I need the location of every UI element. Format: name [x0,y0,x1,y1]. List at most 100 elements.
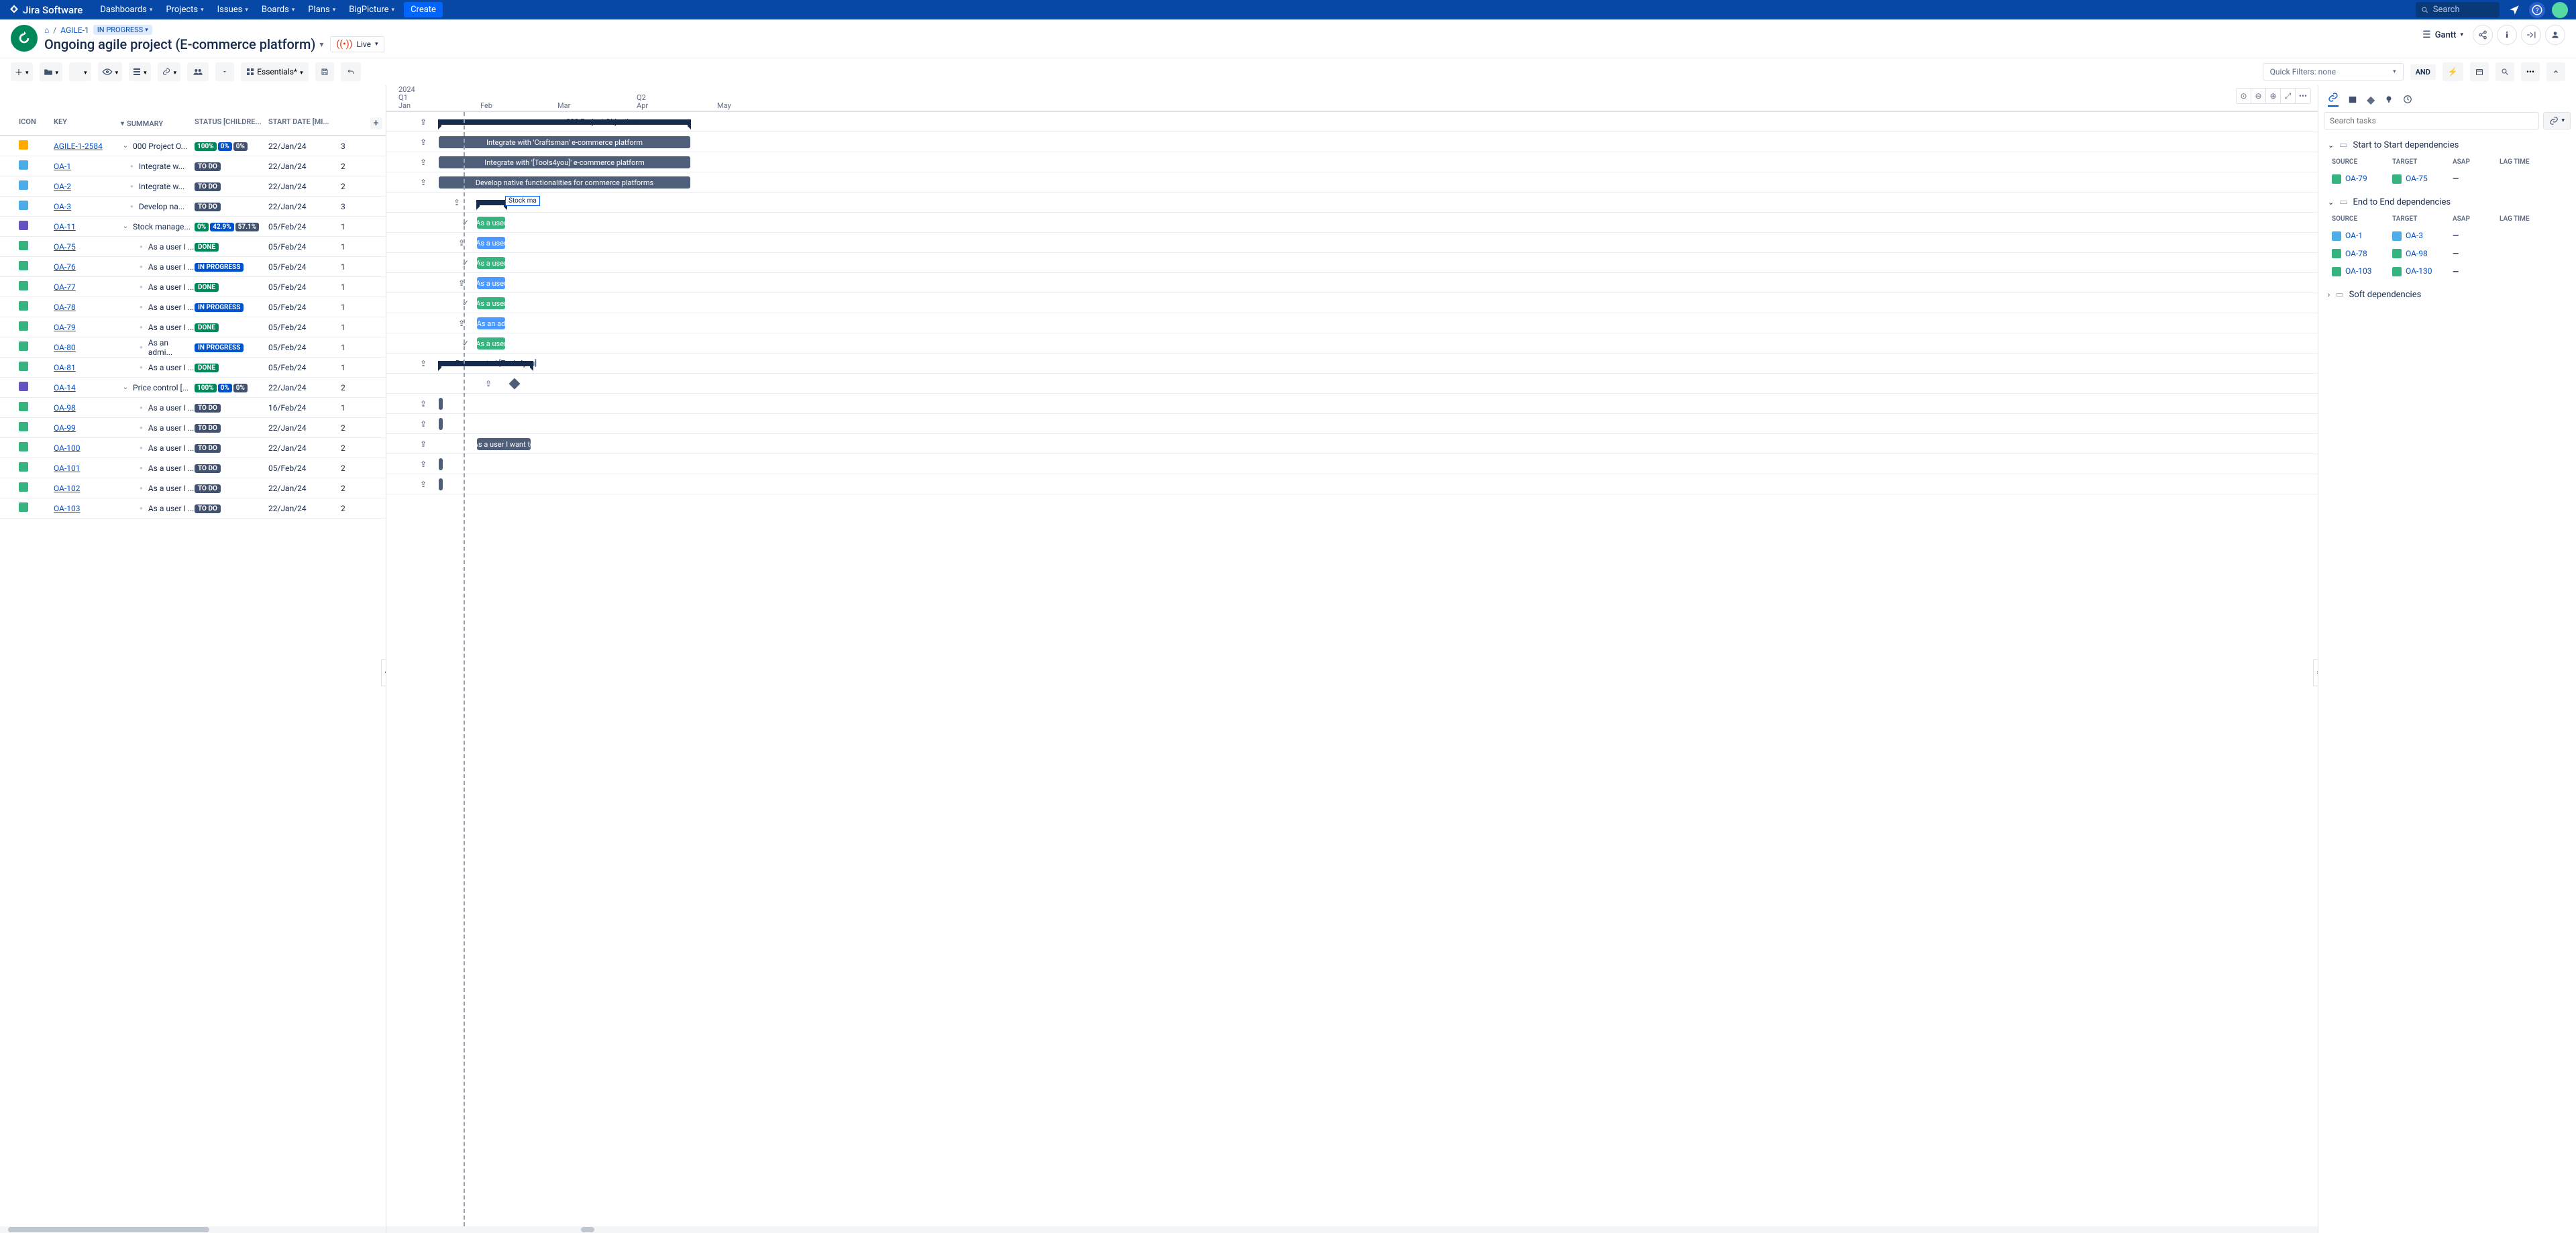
collapse-left-handle[interactable]: ‹ [381,659,386,686]
timeline-row[interactable]: ✓As a user [386,333,2318,354]
s2s-header[interactable]: ⌄▭Start to Start dependencies [2324,136,2571,154]
timeline-row[interactable]: ⇪ [386,374,2318,394]
timeline-row[interactable]: ⇪As an ad [386,313,2318,333]
essentials-button[interactable]: Essentials* [241,62,308,81]
dependency-row[interactable]: OA-103 OA-130 — [2324,262,2571,280]
table-row[interactable]: OA-79 ●As a user I ... DONE 05/Feb/24 1 [0,317,386,337]
settings-button[interactable] [2521,25,2541,45]
timeline-scrollbar[interactable] [386,1226,2318,1233]
table-row[interactable]: OA-98 ●As a user I ... TO DO 16/Feb/24 1 [0,398,386,418]
tab-links[interactable] [2328,92,2339,107]
zoom-in-button[interactable]: ⊕ [2266,89,2281,103]
table-row[interactable]: OA-76 ●As a user I ... IN PROGRESS 05/Fe… [0,257,386,277]
undo-button[interactable] [341,62,361,81]
title-dropdown-icon[interactable]: ▾ [319,40,323,49]
table-scrollbar[interactable] [0,1226,386,1233]
status-lozenge[interactable]: IN PROGRESS ▾ [93,25,152,35]
table-row[interactable]: OA-99 ●As a user I ... TO DO 22/Jan/24 2 [0,418,386,438]
view-button[interactable] [98,62,123,81]
gantt-view-toggle[interactable]: ☰Gantt▾ [2417,27,2469,43]
search-input[interactable] [2433,5,2494,15]
timeline-row[interactable]: ⇪Price control [Tools4you] [386,354,2318,374]
table-row[interactable]: OA-101 ●As a user I ... TO DO 05/Feb/24 … [0,458,386,478]
nav-issues[interactable]: Issues [212,2,254,17]
timeline-row[interactable]: ⇪Develop native functionalities for comm… [386,172,2318,193]
timeline-body[interactable]: ⇪000 Project Objectives⇪Integrate with '… [386,112,2318,1226]
col-key[interactable]: KEY [54,117,121,129]
link-button[interactable] [158,62,181,81]
table-row[interactable]: OA-77 ●As a user I ... DONE 05/Feb/24 1 [0,277,386,297]
timeline-row[interactable]: ⇪Stock ma [386,193,2318,213]
table-row[interactable]: OA-81 ●As a user I ... DONE 05/Feb/24 1 [0,358,386,378]
more-button[interactable]: ••• [2521,62,2540,81]
timeline-row[interactable]: ⇪As a user [386,273,2318,293]
people-button[interactable] [2545,25,2565,45]
col-start-date[interactable]: START DATE [MI... [268,117,341,129]
col-status[interactable]: STATUS [CHILDRE... [195,117,268,129]
table-row[interactable]: OA-75 ●As a user I ... DONE 05/Feb/24 1 [0,237,386,257]
table-row[interactable]: OA-103 ●As a user I ... TO DO 22/Jan/24 … [0,498,386,519]
nav-bigpicture[interactable]: BigPicture [343,2,400,17]
add-column-button[interactable]: + [370,117,382,129]
timeline-row[interactable]: ⇪ [386,394,2318,414]
folder-button[interactable] [40,62,63,81]
jira-logo[interactable]: Jira Software [8,4,83,16]
create-button[interactable]: Create [404,2,443,17]
timeline-row[interactable]: ✓As a user [386,253,2318,273]
table-row[interactable]: OA-102 ●As a user I ... TO DO 22/Jan/24 … [0,478,386,498]
timeline-row[interactable]: ⇪Integrate with 'Craftsman' e-commerce p… [386,132,2318,152]
share-button[interactable] [2473,25,2493,45]
table-row[interactable]: AGILE-1-2584 ⌄000 Project O... 100%0%0% … [0,136,386,156]
search-tasks-input[interactable] [2324,112,2539,129]
table-row[interactable]: OA-80 ●As an admi... IN PROGRESS 05/Feb/… [0,337,386,358]
timeline-row[interactable]: ⇪Integrate with '[Tools4you]' e-commerce… [386,152,2318,172]
soft-header[interactable]: ›▭Soft dependencies [2324,286,2571,304]
help-icon[interactable]: ? [2529,2,2545,18]
team-button[interactable] [187,62,209,81]
calendar-button[interactable] [2470,62,2489,81]
save-button[interactable] [315,62,334,81]
collapse-right-handle[interactable]: › [2313,659,2318,686]
info-button[interactable]: i [2497,25,2517,45]
dependency-row[interactable]: OA-1 OA-3 — [2324,227,2571,245]
nav-boards[interactable]: Boards [256,2,300,17]
timeline-row[interactable]: ⇪ [386,474,2318,494]
table-row[interactable]: OA-100 ●As a user I ... TO DO 22/Jan/24 … [0,438,386,458]
table-row[interactable]: OA-2 ●Integrate w... TO DO 22/Jan/24 2 [0,176,386,197]
sort-button[interactable] [69,62,91,81]
dependency-row[interactable]: OA-78 OA-98 — [2324,245,2571,263]
table-row[interactable]: OA-11 ⌄Stock manage... 0%42.9%57.1% 05/F… [0,217,386,237]
global-search[interactable] [2416,2,2500,17]
and-button[interactable]: AND [2410,64,2436,80]
collapse-button[interactable] [2546,62,2565,81]
tab-bulb[interactable] [2384,95,2394,104]
e2e-header[interactable]: ⌄▭End to End dependencies [2324,193,2571,211]
add-button[interactable]: ＋ [11,62,33,81]
live-badge[interactable]: ((•)) Live ▾ [330,36,384,52]
nav-dashboards[interactable]: Dashboards [95,2,158,17]
home-icon[interactable]: ⌂ [44,25,49,35]
nav-plans[interactable]: Plans [303,2,341,17]
notifications-icon[interactable] [2506,2,2522,18]
timeline-row[interactable]: ⇪As a user I want to [386,434,2318,454]
zoom-out-button[interactable]: ⊖ [2251,89,2266,103]
export-button[interactable] [215,62,234,81]
tab-history[interactable] [2403,95,2412,104]
timeline-row[interactable]: ✓As a user [386,293,2318,313]
add-link-button[interactable]: ▾ [2543,112,2571,129]
timeline-row[interactable]: ⇪ [386,454,2318,474]
breadcrumb-project[interactable]: AGILE-1 [60,25,89,35]
dependency-row[interactable]: OA-79 OA-75 — [2324,170,2571,188]
quick-filters[interactable]: Quick Filters: none▾ [2263,63,2404,81]
user-avatar[interactable] [2552,2,2568,18]
search-button[interactable] [2496,62,2514,81]
filter-bolt-button[interactable]: ⚡ [2443,62,2463,81]
tab-diamond[interactable]: ◆ [2367,93,2375,106]
col-icon[interactable]: ICON [0,117,54,129]
timeline-row[interactable]: ⇪ [386,414,2318,434]
layout-button[interactable] [129,62,151,81]
table-row[interactable]: OA-1 ●Integrate w... TO DO 22/Jan/24 2 [0,156,386,176]
fullscreen-button[interactable]: ⤢ [2281,89,2296,103]
table-row[interactable]: OA-3 ●Develop na... TO DO 22/Jan/24 3 [0,197,386,217]
timeline-row[interactable]: ⇪000 Project Objectives [386,112,2318,132]
